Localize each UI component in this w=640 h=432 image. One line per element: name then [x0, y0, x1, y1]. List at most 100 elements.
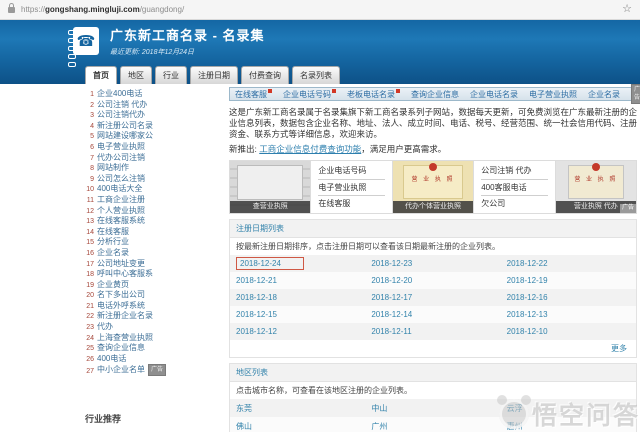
sidebar-list-item: 25 查询企业信息	[85, 343, 225, 354]
ad-text-link[interactable]: 在线客服	[318, 196, 384, 212]
tag-link[interactable]: 在线客服	[235, 88, 272, 100]
date-link[interactable]: 2018-12-10	[507, 327, 548, 336]
date-link[interactable]: 2018-12-23	[371, 259, 412, 268]
date-link[interactable]: 2018-12-20	[371, 276, 412, 285]
ad-cell[interactable]: 企业电话号码 电子营业执照 在线客服	[310, 161, 392, 213]
tag-link[interactable]: 老板电话名录	[347, 88, 400, 100]
tab-3[interactable]: 行业	[155, 66, 187, 84]
sidebar-list-item: 24 上海查营业执照	[85, 333, 225, 344]
page: https://gongshang.mingluji.com/guangdong…	[0, 0, 640, 432]
url-text[interactable]: https://gongshang.mingluji.com/guangdong…	[21, 5, 184, 14]
sidebar-item-link[interactable]: 呼叫中心客服系	[97, 269, 153, 278]
region-link[interactable]: 中山	[371, 404, 387, 413]
sidebar-item-link[interactable]: 公司怎么注销	[97, 174, 145, 183]
ad-cell[interactable]: 查营业执照	[230, 161, 311, 213]
date-cell: 2018-12-19	[501, 272, 636, 289]
new-feature-suffix: ，满足用户更高需求。	[361, 144, 447, 154]
ad-text-link[interactable]: 欠公司	[481, 196, 547, 212]
region-link[interactable]: 广州	[371, 422, 387, 431]
tab-6[interactable]: 名录列表	[292, 66, 340, 84]
tag-link[interactable]: 企业电话号码	[283, 88, 336, 100]
sidebar-list-item: 8 网站制作	[85, 163, 225, 174]
sidebar-item-link[interactable]: 分析行业	[97, 237, 129, 246]
ad-text-link[interactable]: 企业电话号码	[318, 163, 385, 180]
paid-query-link[interactable]: 工商企业信息付费查询功能	[259, 144, 361, 154]
red-seal-icon	[429, 163, 438, 171]
ad-cell[interactable]: 公司注销 代办 400客服电话 欠公司	[473, 161, 555, 213]
ad-link-list: 企业电话号码 电子营业执照 在线客服	[311, 161, 391, 213]
sidebar-item-link[interactable]: 企业名录	[97, 248, 129, 257]
tab-4[interactable]: 注册日期	[190, 66, 238, 84]
sidebar-item-link[interactable]: 网站建设哪家公	[97, 131, 153, 140]
browser-address-bar[interactable]: https://gongshang.mingluji.com/guangdong…	[0, 0, 640, 20]
more-row: 更多	[230, 340, 636, 357]
sidebar-item-number: 19	[86, 281, 94, 289]
bookmark-star-icon[interactable]: ☆	[622, 4, 632, 15]
sidebar-item-link[interactable]: 电子营业执照	[97, 142, 145, 151]
sidebar-item-link[interactable]: 新注册企业名录	[97, 311, 153, 320]
date-link[interactable]: 2018-12-11	[371, 327, 411, 336]
date-link[interactable]: 2018-12-22	[507, 259, 548, 268]
tag-link[interactable]: 企业电话名录	[470, 89, 518, 100]
date-link[interactable]: 2018-12-17	[371, 293, 412, 302]
date-link[interactable]: 2018-12-12	[236, 327, 277, 336]
sidebar-item-number: 20	[86, 292, 94, 300]
date-link[interactable]: 2018-12-16	[507, 293, 548, 302]
more-dates-link[interactable]: 更多	[611, 344, 627, 353]
date-link[interactable]: 2018-12-19	[507, 276, 548, 285]
ad-text-link[interactable]: 公司注销 代办	[481, 163, 548, 180]
tag-link[interactable]: 查询企业信息	[411, 89, 459, 100]
sidebar-item-link[interactable]: 400电话大全	[97, 184, 142, 193]
date-link[interactable]: 2018-12-24	[236, 257, 304, 270]
sidebar-item-link[interactable]: 个人营业执照	[97, 206, 145, 215]
date-link[interactable]: 2018-12-21	[236, 276, 277, 285]
region-link[interactable]: 惠州	[507, 422, 523, 431]
date-link[interactable]: 2018-12-13	[507, 310, 548, 319]
tag-link[interactable]: 电子营业执照	[529, 89, 577, 100]
sidebar-item-link[interactable]: 企业400电话	[97, 89, 142, 98]
site-brand[interactable]: ☎ 广东新工商名录 - 名录集 最近更新: 2018年12月24日	[68, 27, 265, 67]
date-cell: 2018-12-16	[501, 289, 636, 306]
sidebar-item-link[interactable]: 代办公司注销	[97, 153, 145, 162]
sidebar-item-link[interactable]: 电话外呼系统	[97, 301, 145, 310]
content-area: 1 企业400电话 2 公司注销 代办 3 公司注销代办 4 新注册公司名录 5 网站建设哪家公 6…	[0, 84, 640, 432]
ad-text-link[interactable]: 电子营业执照	[318, 180, 385, 197]
tab-5[interactable]: 付费查询	[241, 66, 289, 84]
sidebar-item-link[interactable]: 代办	[97, 322, 113, 331]
sidebar-item-link[interactable]: 在线客服	[97, 227, 129, 236]
main-nav-tabs: 首页 地区 行业 注册日期 付费查询 名录列表	[85, 66, 340, 84]
sidebar-item-link[interactable]: 公司注销 代办	[97, 100, 147, 109]
ad-cell[interactable]: 营 业 执 照代办个体营业执照	[391, 161, 474, 213]
sidebar-item-link[interactable]: 公司注销代办	[97, 110, 145, 119]
date-link[interactable]: 2018-12-18	[236, 293, 277, 302]
sidebar-item-link[interactable]: 公司地址变更	[97, 259, 145, 268]
ad-cell[interactable]: 营 业 执 照营业执照 代办 广告	[554, 161, 637, 213]
tag-link[interactable]: 企业名录	[588, 89, 620, 100]
lock-icon	[8, 2, 15, 13]
sidebar-item-link[interactable]: 新注册公司名录	[97, 121, 153, 130]
date-link[interactable]: 2018-12-15	[236, 310, 277, 319]
sidebar-item-link[interactable]: 名下多出公司	[97, 290, 145, 299]
date-link[interactable]: 2018-12-14	[371, 310, 412, 319]
date-list-title: 注册日期列表	[230, 220, 636, 238]
region-link[interactable]: 东莞	[236, 404, 252, 413]
region-cell: 云浮	[501, 399, 636, 417]
sidebar-item-link[interactable]: 查询企业信息	[97, 343, 145, 352]
sidebar-list-item: 15 分析行业	[85, 237, 225, 248]
ad-text-link[interactable]: 400客服电话	[481, 180, 548, 197]
tab-2[interactable]: 地区	[120, 66, 152, 84]
region-link[interactable]: 佛山	[236, 422, 252, 431]
tab-1[interactable]: 首页	[85, 66, 117, 84]
sidebar-item-link[interactable]: 企业黄页	[97, 280, 129, 289]
table-row: 2018-12-18 2018-12-17 2018-12-16	[230, 289, 636, 306]
sidebar-item-link[interactable]: 在线客服系统	[97, 216, 145, 225]
sidebar-item-number: 21	[86, 302, 94, 310]
sidebar-item-link[interactable]: 中小企业名单	[97, 366, 145, 375]
sidebar-list-item: 26 400电话	[85, 354, 225, 365]
sidebar-item-link[interactable]: 上海查营业执照	[97, 333, 153, 342]
sidebar-item-link[interactable]: 400电话	[97, 354, 126, 363]
sidebar-item-link[interactable]: 网站制作	[97, 163, 129, 172]
table-row: 佛山 广州 惠州	[230, 417, 636, 432]
sidebar-item-link[interactable]: 工商企业注册	[97, 195, 145, 204]
region-link[interactable]: 云浮	[507, 404, 523, 413]
